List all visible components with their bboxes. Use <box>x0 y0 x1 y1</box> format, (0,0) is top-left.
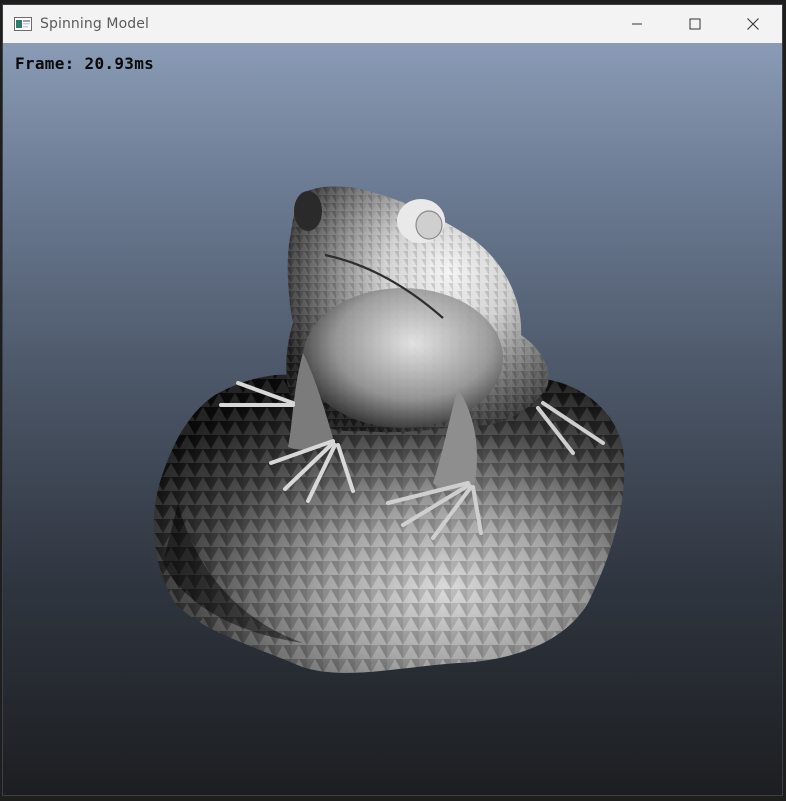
app-window-icon <box>14 17 32 31</box>
title-bar[interactable]: Spinning Model <box>3 5 782 43</box>
maximize-button[interactable] <box>666 5 724 43</box>
render-viewport[interactable]: Frame: 20.93ms <box>3 43 782 795</box>
minimize-icon <box>632 23 642 25</box>
app-window: Spinning Model Frame: 20.93ms <box>2 4 783 796</box>
frog-on-lily-pad-model <box>153 186 625 673</box>
close-icon <box>747 18 759 30</box>
frame-time-label: Frame: 20.93ms <box>15 54 155 73</box>
minimize-button[interactable] <box>608 5 666 43</box>
maximize-icon <box>689 18 701 30</box>
window-controls <box>608 5 782 43</box>
window-title: Spinning Model <box>40 16 149 32</box>
frog-belly <box>303 288 503 428</box>
close-button[interactable] <box>724 5 782 43</box>
